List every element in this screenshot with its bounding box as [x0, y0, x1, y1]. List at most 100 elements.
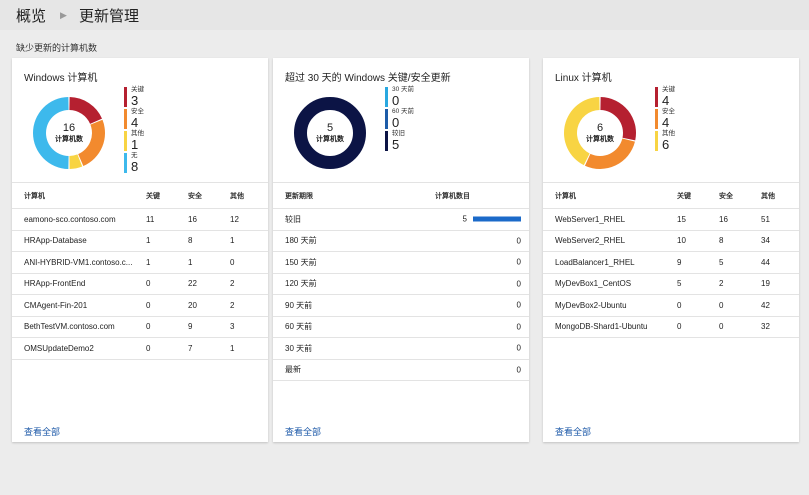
table-row[interactable]: 最新 0	[273, 360, 529, 381]
column-header-other[interactable]: 其他	[761, 191, 799, 201]
linux-computers-tile[interactable]: Linux 计算机 6 计算机数 关键 4 安全 4 其他 6 计算机 关键 安全 其他 …	[543, 58, 799, 442]
table-row[interactable]: MongoDB-Shard1-Ubuntu 0 0 32	[543, 317, 799, 338]
windows-computers-tile[interactable]: Windows 计算机 16 计算机数 关键 3 安全 4 其他 1 无 8 计算机 关键 安…	[12, 58, 268, 442]
column-header-computer-count[interactable]: 计算机数目	[435, 191, 529, 201]
legend-value: 3	[131, 93, 139, 108]
security-count: 2	[719, 279, 724, 289]
table-row[interactable]: 180 天前 0	[273, 231, 529, 252]
security-count: 16	[188, 214, 197, 224]
column-header-computer[interactable]: 计算机	[543, 191, 677, 201]
table-row[interactable]: 较旧 5	[273, 209, 529, 231]
legend-item[interactable]: 无8	[124, 152, 144, 174]
table-row[interactable]: 120 天前 0	[273, 274, 529, 295]
critical-count: 0	[146, 300, 151, 310]
donut-segment[interactable]	[584, 138, 635, 169]
update-age-label: 90 天前	[285, 300, 313, 310]
aging-updates-tile[interactable]: 超过 30 天的 Windows 关键/安全更新 5 计算机数 30 天前 0 60…	[273, 58, 529, 442]
table-row[interactable]: WebServer1_RHEL 15 16 51	[543, 209, 799, 231]
donut-segment[interactable]	[564, 97, 600, 166]
legend-color-bar	[124, 87, 127, 107]
breadcrumb: 概览 ▶ 更新管理	[0, 0, 809, 30]
view-all-link[interactable]: 查看全部	[555, 425, 591, 438]
computer-name: ANI-HYBRID-VM1.contoso.c...	[24, 257, 133, 267]
table-row[interactable]: MyDevBox2-Ubuntu 0 0 42	[543, 295, 799, 317]
table-header: 计算机 关键 安全 其他	[12, 183, 268, 209]
table-row[interactable]: HRApp-FrontEnd 0 22 2	[12, 274, 268, 295]
legend-item[interactable]: 安全 4	[655, 108, 675, 130]
legend-item[interactable]: 关键 3	[124, 86, 144, 108]
legend-color-bar	[124, 109, 127, 129]
table-row[interactable]: 150 天前 0	[273, 252, 529, 274]
critical-count: 0	[677, 322, 682, 332]
update-age-label: 30 天前	[285, 343, 313, 353]
view-all-link[interactable]: 查看全部	[24, 425, 60, 438]
column-header-security[interactable]: 安全	[188, 191, 230, 201]
update-age-label: 120 天前	[285, 279, 317, 289]
table-row[interactable]: 60 天前 0	[273, 317, 529, 338]
view-all-link[interactable]: 查看全部	[285, 425, 321, 438]
security-count: 0	[719, 322, 724, 332]
legend: 关键 3 安全 4 其他 1 无 8	[124, 86, 144, 174]
table-row[interactable]: ANI-HYBRID-VM1.contoso.c... 1 1 0	[12, 252, 268, 274]
table-row[interactable]: LoadBalancer1_RHEL 9 5 44	[543, 252, 799, 274]
legend-item[interactable]: 安全 4	[124, 108, 144, 130]
other-count: 0	[230, 257, 235, 267]
column-header-update-age[interactable]: 更新期限	[273, 191, 435, 201]
legend-item[interactable]: 关键 4	[655, 86, 675, 108]
column-header-computer[interactable]: 计算机	[12, 191, 146, 201]
column-header-critical[interactable]: 关键	[677, 191, 719, 201]
aging-donut-chart[interactable]	[293, 96, 367, 170]
legend-color-bar	[124, 131, 127, 151]
donut-segment[interactable]	[33, 97, 69, 169]
legend-item[interactable]: 30 天前 0	[385, 86, 414, 108]
windows-computers-table: 计算机 关键 安全 其他 eamono-sco.contoso.com 1 1 16 1…	[12, 183, 268, 360]
windows-donut-chart[interactable]	[32, 96, 106, 170]
donut-segment[interactable]	[294, 97, 366, 169]
table-row[interactable]: HRApp-Database 1 8 1	[12, 231, 268, 252]
column-header-security[interactable]: 安全	[719, 191, 761, 201]
chevron-right-icon: ▶	[60, 9, 67, 20]
other-count: 1	[230, 343, 235, 353]
legend-item[interactable]: 其他 1	[124, 130, 144, 152]
other-count: 2	[230, 300, 235, 310]
breadcrumb-overview-link[interactable]: 概览	[16, 5, 46, 26]
legend-value: 5	[392, 137, 400, 152]
table-row[interactable]: WebServer2_RHEL 10 8 34	[543, 231, 799, 252]
legend-item[interactable]: 较旧 5	[385, 130, 414, 152]
legend-color-bar	[385, 109, 388, 129]
table-row[interactable]: OMSUpdateDemo2 0 7 1	[12, 338, 268, 360]
legend-value: 4	[131, 115, 139, 130]
computer-count: 0	[516, 279, 521, 289]
table-row[interactable]: MyDevBox1_CentOS 5 2 19	[543, 274, 799, 295]
computer-name: HRApp-FrontEnd	[24, 279, 86, 289]
donut-segment[interactable]	[78, 119, 105, 167]
table-row[interactable]: 30 天前 0	[273, 338, 529, 360]
other-count: 51	[761, 214, 770, 224]
legend: 30 天前 0 60 天前 0 较旧 5	[385, 86, 414, 152]
column-header-other[interactable]: 其他	[230, 191, 268, 201]
table-row[interactable]: CMAgent-Fin-201 0 20 2	[12, 295, 268, 317]
update-age-label: 较旧	[285, 214, 301, 224]
computer-count: 0	[516, 236, 521, 246]
critical-count: 0	[146, 343, 151, 353]
computer-name: OMSUpdateDemo2	[24, 343, 94, 353]
critical-count: 5	[677, 279, 682, 289]
legend-item[interactable]: 60 天前 0	[385, 108, 414, 130]
donut-segment[interactable]	[69, 97, 103, 124]
linux-donut-chart[interactable]	[563, 96, 637, 170]
other-count: 12	[230, 214, 239, 224]
table-header: 计算机 关键 安全 其他	[543, 183, 799, 209]
table-row[interactable]: BethTestVM.contoso.com 0 9 3	[12, 317, 268, 338]
security-count: 16	[719, 214, 728, 224]
table-row[interactable]: eamono-sco.contoso.com 11 16 12	[12, 209, 268, 231]
security-count: 1	[188, 257, 193, 267]
donut-segment[interactable]	[600, 97, 636, 141]
critical-count: 1	[146, 257, 151, 267]
computer-name: eamono-sco.contoso.com	[24, 214, 116, 224]
count-bar	[473, 216, 521, 222]
computer-name: LoadBalancer1_RHEL	[555, 257, 635, 267]
computer-name: BethTestVM.contoso.com	[24, 322, 115, 332]
legend-item[interactable]: 其他 6	[655, 130, 675, 152]
column-header-critical[interactable]: 关键	[146, 191, 188, 201]
table-row[interactable]: 90 天前 0	[273, 295, 529, 317]
